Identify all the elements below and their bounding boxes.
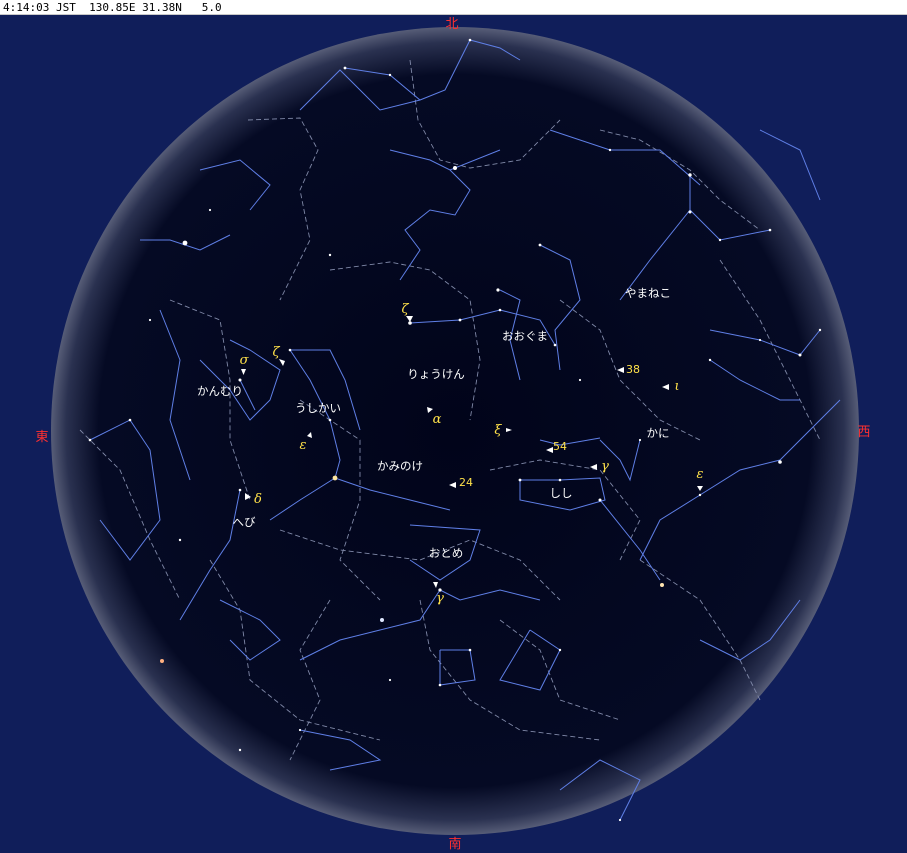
star-label-delta-ser: δ xyxy=(254,492,262,507)
direction-east: 東 xyxy=(35,429,48,445)
status-bar: 4:14:03 JST 130.85E 31.38N 5.0 xyxy=(0,0,907,15)
constellation-name-ooguma: おおぐま xyxy=(502,329,548,343)
constellation-name-hebi: へび xyxy=(233,515,256,529)
constellation-name-kani: かに xyxy=(647,426,670,440)
constellation-name-shishi: しし xyxy=(550,486,573,500)
star-chart[interactable]: 北 南 東 西 やまねこ おおぐま りょうけん かんむり うしかい かみのけ か… xyxy=(0,16,907,853)
constellation-name-otome: おとめ xyxy=(429,546,464,560)
status-location: 130.85E 31.38N xyxy=(89,1,182,14)
direction-south: 南 xyxy=(448,836,461,852)
star-label-gamma-vir: γ xyxy=(436,591,444,606)
star-label-epsilon-hya: ε xyxy=(697,467,704,482)
constellation-name-ryouken: りょうけん xyxy=(407,367,465,381)
star-label-zeta-uma: ζ xyxy=(401,302,409,317)
sky-dome xyxy=(51,27,859,835)
constellation-name-yamaneko: やまねこ xyxy=(625,286,671,300)
constellation-name-ushikai: うしかい xyxy=(295,401,341,415)
constellation-name-kaminoke: かみのけ xyxy=(377,459,423,473)
status-magnitude-limit: 5.0 xyxy=(201,1,222,14)
direction-west: 西 xyxy=(857,425,870,440)
star-label-54-leo: 54 xyxy=(553,440,567,453)
direction-north: 北 xyxy=(445,17,458,32)
constellation-name-kanmuri: かんむり xyxy=(197,384,243,398)
star-label-gamma-cnc: γ xyxy=(601,459,609,474)
star-label-zeta-boo: ζ xyxy=(272,345,280,360)
star-label-epsilon-boo: ε xyxy=(300,438,307,453)
star-label-alpha-cvn: α xyxy=(433,412,442,427)
star-label-iota-cnc: ι xyxy=(674,379,679,394)
star-label-24-com: 24 xyxy=(459,476,473,489)
star-label-sigma-crb: σ xyxy=(240,353,250,368)
star-label-xi-uma: ξ xyxy=(494,423,502,438)
star-label-38-lyn: 38 xyxy=(626,363,640,376)
status-time: 4:14:03 JST xyxy=(3,1,76,14)
